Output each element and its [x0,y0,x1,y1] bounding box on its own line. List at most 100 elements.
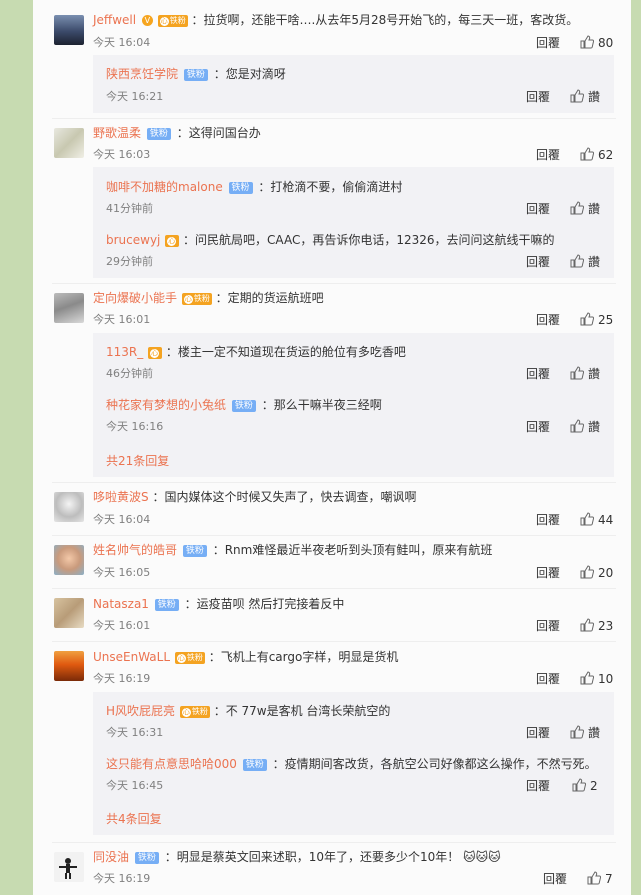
thumbs-up-icon [570,366,585,380]
reply-button[interactable]: 回覆 [526,254,550,270]
like-button[interactable]: 讚 [570,419,600,435]
reply-button[interactable]: 回覆 [526,725,550,741]
reply-button[interactable]: 回覆 [536,512,560,528]
vip-badge: 心铁粉 [174,651,205,664]
vip-badge: 心 [148,346,163,359]
reply-author[interactable]: 咖啡不加糖的malone [106,180,223,194]
avatar[interactable] [54,128,84,158]
reply-button[interactable]: 回覆 [526,366,550,382]
divider [52,535,616,536]
like-label: 讚 [588,726,601,740]
vip-badge: 心铁粉 [179,705,210,718]
like-button[interactable]: 25 [580,312,613,328]
like-button[interactable]: 80 [580,35,613,51]
like-button[interactable]: 讚 [570,366,600,382]
like-label: 讚 [588,202,601,216]
comment-time: 今天 16:19 [93,872,151,885]
comment-header: 同没油 铁粉 ：明显是蔡英文回来述职，10年了，还要多少个10年！ 🐱🐱🐱 [93,849,501,865]
like-count: 44 [598,513,614,527]
avatar[interactable] [54,15,84,45]
thumbs-up-icon [572,778,587,792]
reply-author[interactable]: brucewyj [106,233,160,247]
reply-time: 今天 16:31 [106,726,164,739]
reply-button[interactable]: 回覆 [526,778,550,794]
reply-button[interactable]: 回覆 [536,671,560,687]
thumbs-up-icon [570,254,585,268]
thumbs-up-icon [580,565,595,579]
reply-text: ：您是对滴呀 [213,67,286,81]
reply-button[interactable]: 回覆 [536,565,560,581]
comment-header: Jeffwell V 心铁粉 ：拉货啊，还能干啥….从去年5月28号开始飞的，每… [93,12,578,28]
like-button[interactable]: 讚 [570,89,600,105]
reply-time: 29分钟前 [106,255,153,268]
like-count: 2 [590,779,598,793]
reply-author[interactable]: 种花家有梦想的小兔纸 [106,398,226,412]
comment-header: 野歌温柔 铁粉 ：这得问国台办 [93,125,261,141]
comment-author[interactable]: 定向爆破小能手 [93,291,177,305]
comment-header: UnseEnWaLL 心铁粉 ：飞机上有cargo字样，明显是货机 [93,649,398,665]
more-replies-link[interactable]: 共21条回复 [106,452,169,469]
avatar[interactable] [54,293,84,323]
reply-button[interactable]: 回覆 [543,871,567,887]
like-label: 讚 [588,255,601,269]
reply-text: ：楼主一定不知道现在货运的舱位有多吃香吧 [165,345,406,359]
like-count: 10 [598,672,614,686]
avatar[interactable] [54,598,84,628]
reply-author[interactable]: 陕西烹饪学院 [106,67,178,81]
tiefen-badge: 铁粉 [134,851,159,864]
comment-author[interactable]: 姓名帅气的皓哥 [93,543,177,557]
like-label: 讚 [588,90,601,104]
comment-header: 姓名帅气的皓哥 铁粉 ：Rnm难怪最近半夜老听到头顶有鲑叫，原来有航班 [93,542,492,558]
like-button[interactable]: 2 [572,778,598,794]
tiefen-badge: 铁粉 [182,544,207,557]
like-button[interactable]: 23 [580,618,613,634]
comment-author[interactable]: Jeffwell [93,13,136,27]
avatar[interactable] [54,492,84,522]
comment-author[interactable]: Natasza1 [93,597,149,611]
like-button[interactable]: 讚 [570,201,600,217]
like-button[interactable]: 讚 [570,725,600,741]
reply-button[interactable]: 回覆 [536,618,560,634]
reply-author[interactable]: 113R_ [106,345,143,359]
avatar[interactable] [54,545,84,575]
reply-button[interactable]: 回覆 [526,419,550,435]
comment-header: 哆啦黄波S ：国内媒体这个时候又失声了，快去调查，嘲讽啊 [93,489,416,505]
reply-button[interactable]: 回覆 [526,201,550,217]
comment-author[interactable]: 同没油 [93,850,129,864]
avatar[interactable] [54,651,84,681]
reply-text: ：疫情期间客改货，各航空公司好像都这么操作，不然亏死。 [272,757,597,771]
reply-text: ：打枪滴不要，偷偷滴进村 [258,180,403,194]
comment-text: ：运疫苗呗 然后打完接着反中 [184,597,345,611]
divider [52,641,616,642]
comment-page: Jeffwell V 心铁粉 ：拉货啊，还能干啥….从去年5月28号开始飞的，每… [0,0,641,895]
divider [52,283,616,284]
reply-text: ：那么干嘛半夜三经啊 [261,398,382,412]
like-button[interactable]: 44 [580,512,613,528]
like-button[interactable]: 讚 [570,254,600,270]
like-label: 讚 [588,420,601,434]
reply-button[interactable]: 回覆 [526,89,550,105]
reply-header: brucewyj 心 ：问民航局吧，CAAC，再告诉你电话，12326，去问问这… [106,232,555,248]
reply-time: 41分钟前 [106,202,153,215]
like-button[interactable]: 20 [580,565,613,581]
reply-author[interactable]: 这只能有点意思哈哈000 [106,757,237,771]
comment-author[interactable]: 哆啦黄波S [93,490,149,504]
like-count: 20 [598,566,614,580]
like-button[interactable]: 62 [580,147,613,163]
reply-author[interactable]: H风吹屁屁亮 [106,704,175,718]
reply-button[interactable]: 回覆 [536,312,560,328]
reply-time: 46分钟前 [106,367,153,380]
thumbs-up-icon [580,147,595,161]
comment-author[interactable]: 野歌温柔 [93,126,141,140]
reply-button[interactable]: 回覆 [536,35,560,51]
like-button[interactable]: 10 [580,671,613,687]
comment-author[interactable]: UnseEnWaLL [93,650,170,664]
doge-emoji-icon: 🐱 [463,850,476,864]
like-button[interactable]: 7 [587,871,613,887]
thumbs-up-icon [580,671,595,685]
thumbs-up-icon [580,512,595,526]
more-replies-link[interactable]: 共4条回复 [106,810,162,827]
like-count: 23 [598,619,614,633]
reply-button[interactable]: 回覆 [536,147,560,163]
avatar[interactable] [54,852,84,882]
